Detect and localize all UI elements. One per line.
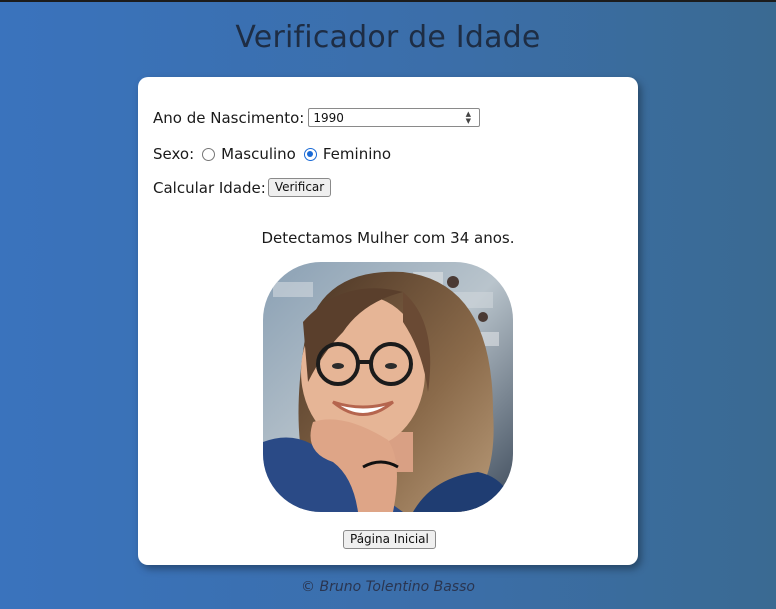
result-photo xyxy=(263,262,513,512)
calculate-label: Calcular Idade: xyxy=(153,178,266,197)
radio-masculino[interactable] xyxy=(202,147,216,161)
birth-year-value: 1990 xyxy=(313,110,344,125)
woman-with-glasses-image xyxy=(263,262,513,512)
spinner-down-icon[interactable]: ▼ xyxy=(466,117,471,125)
calculate-row: Calcular Idade: Verificar xyxy=(153,178,332,197)
birth-year-row: Ano de Nascimento: 1990 ▲ ▼ xyxy=(153,108,481,127)
verifier-card: Ano de Nascimento: 1990 ▲ ▼ Sexo: Mascul… xyxy=(138,77,638,565)
top-border xyxy=(0,0,776,2)
number-spinner[interactable]: ▲ ▼ xyxy=(460,109,476,126)
sex-label: Sexo: xyxy=(153,145,195,163)
result-text: Detectamos Mulher com 34 anos. xyxy=(261,229,515,247)
radio-feminino-label[interactable]: Feminino xyxy=(323,145,391,163)
radio-feminino[interactable] xyxy=(303,147,317,161)
verify-button[interactable]: Verificar xyxy=(267,178,332,197)
sex-row: Sexo: Masculino Feminino xyxy=(153,145,391,163)
home-button[interactable]: Página Inicial xyxy=(343,530,436,549)
birth-year-input[interactable]: 1990 ▲ ▼ xyxy=(308,108,481,127)
page-title: Verificador de Idade xyxy=(235,20,541,55)
radio-masculino-label[interactable]: Masculino xyxy=(221,145,296,163)
birth-year-label: Ano de Nascimento: xyxy=(153,108,305,127)
footer-credit: © Bruno Tolentino Basso xyxy=(301,579,475,595)
